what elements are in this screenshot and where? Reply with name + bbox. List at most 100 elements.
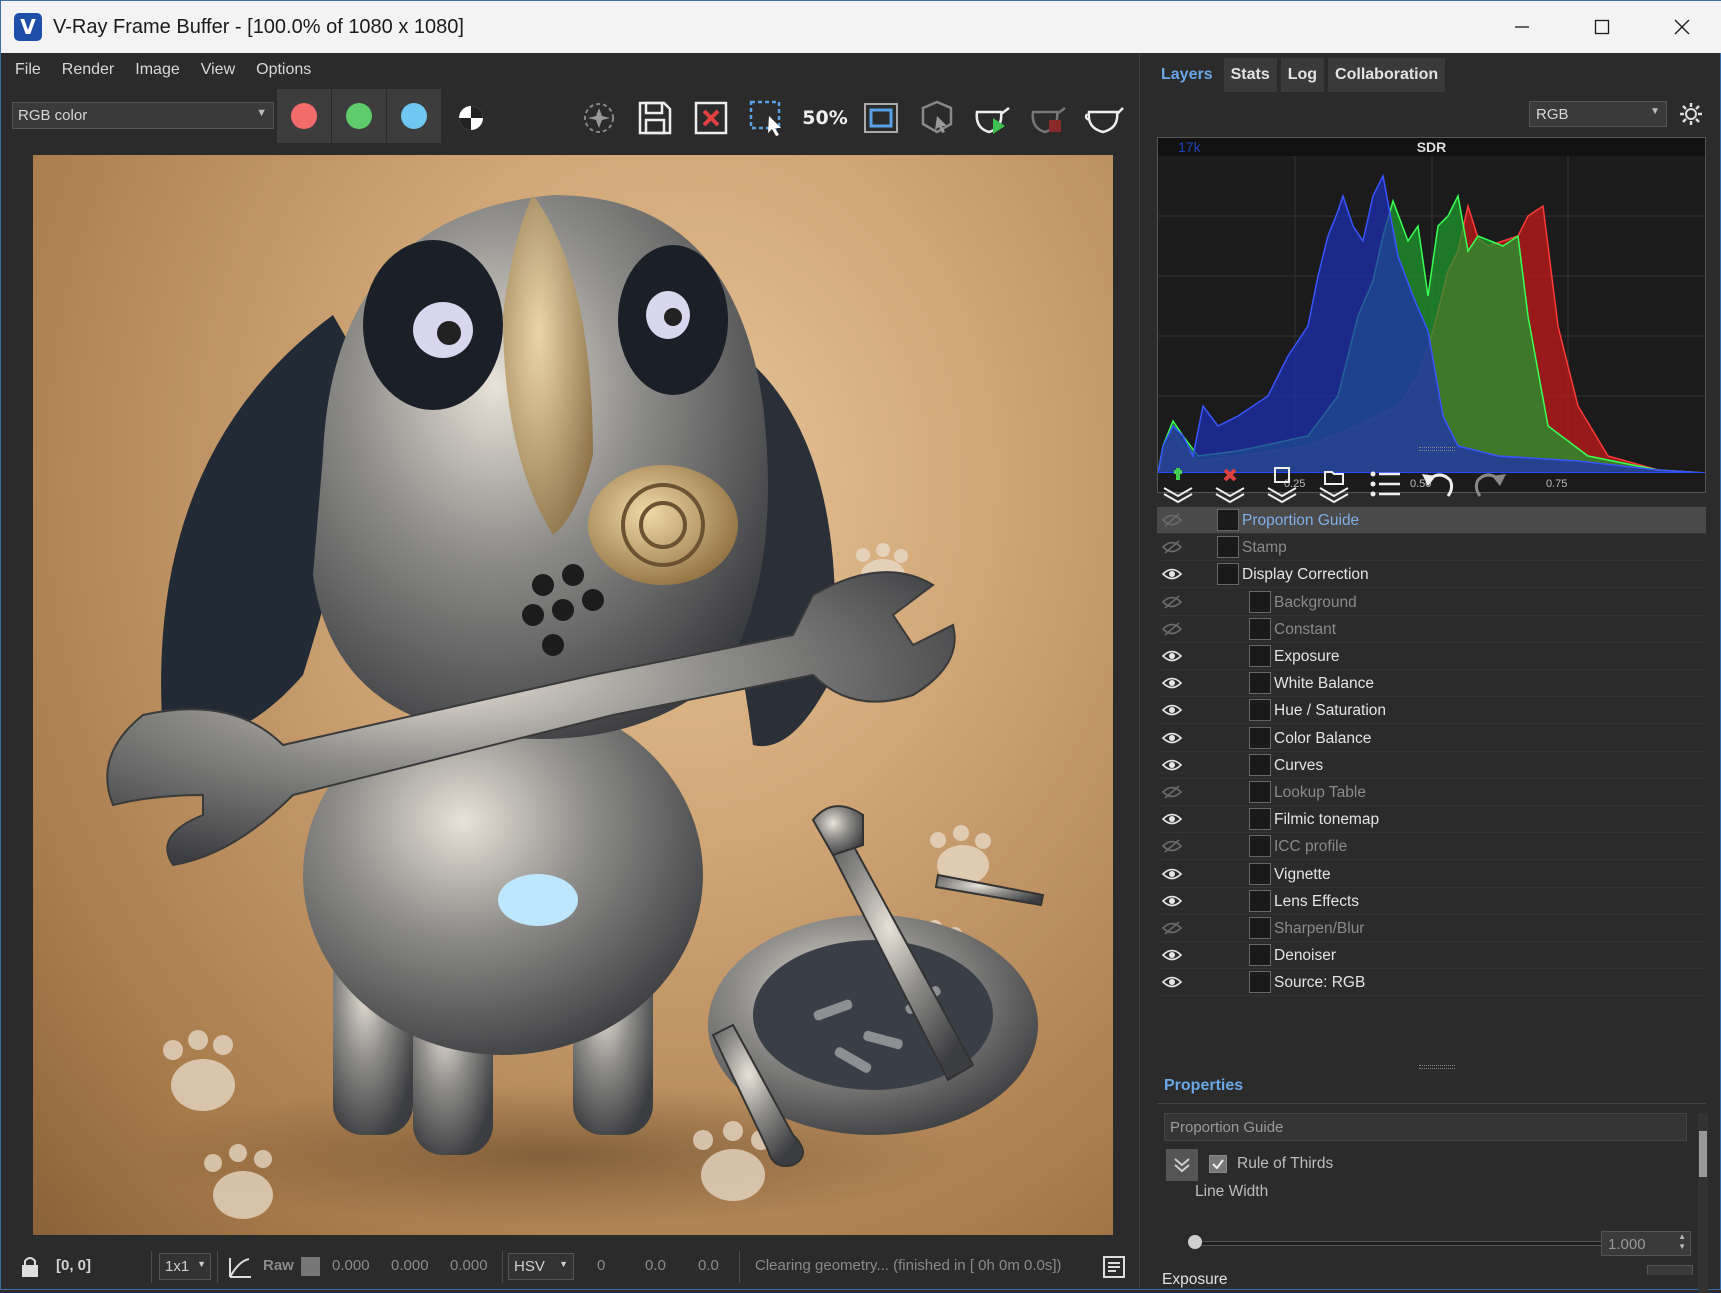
load-layers-button[interactable] (1313, 466, 1355, 504)
menu-render[interactable]: Render (62, 61, 114, 79)
double-chevron-down-icon (1174, 1158, 1190, 1173)
layer-row[interactable]: Lookup Table (1157, 779, 1706, 806)
minimize-button[interactable] (1482, 1, 1562, 53)
eye-icon[interactable] (1161, 675, 1183, 691)
eye-hidden-icon[interactable] (1161, 539, 1183, 555)
menu-options[interactable]: Options (256, 61, 311, 79)
histogram-channel-dropdown[interactable]: RGB ▼ (1529, 101, 1667, 127)
stop-render-button[interactable] (1025, 95, 1073, 141)
layer-row[interactable]: Sharpen/Blur (1157, 915, 1706, 942)
eye-icon[interactable] (1161, 974, 1183, 990)
layer-row[interactable]: Lens Effects (1157, 888, 1706, 915)
frame-view-button[interactable] (857, 95, 905, 141)
close-button[interactable] (1642, 1, 1721, 53)
red-channel-button[interactable] (277, 89, 331, 143)
layer-row[interactable]: ICC profile (1157, 833, 1706, 861)
layer-row[interactable]: Denoiser (1157, 942, 1706, 970)
add-layer-button[interactable] (1157, 466, 1199, 504)
layer-row[interactable]: Vignette (1157, 861, 1706, 888)
eye-hidden-icon[interactable] (1161, 621, 1183, 637)
tab-collaboration[interactable]: Collaboration (1328, 58, 1446, 92)
rule-of-thirds-checkbox[interactable] (1209, 1155, 1227, 1173)
layer-row[interactable]: Hue / Saturation (1157, 697, 1706, 725)
green-channel-button[interactable] (332, 89, 386, 143)
color-mode-dropdown[interactable]: HSV ▼ (508, 1253, 574, 1280)
line-width-slider-knob[interactable] (1188, 1235, 1202, 1249)
menu-image[interactable]: Image (135, 61, 179, 79)
zoom-50-button[interactable]: 50% (801, 95, 849, 141)
eye-icon[interactable] (1161, 648, 1183, 664)
eye-hidden-icon[interactable] (1161, 512, 1183, 528)
save-layers-button[interactable] (1261, 466, 1303, 504)
layer-row[interactable]: Display Correction (1157, 561, 1706, 589)
render-settings-button[interactable] (1081, 95, 1129, 141)
layer-row[interactable]: Constant (1157, 616, 1706, 643)
undo-button[interactable] (1417, 466, 1459, 504)
layer-row[interactable]: Filmic tonemap (1157, 806, 1706, 834)
layer-row[interactable]: Exposure (1157, 643, 1706, 670)
source-rgb-icon (1249, 971, 1271, 994)
panel-splitter[interactable] (1139, 53, 1149, 1289)
layer-row[interactable]: Color Balance (1157, 725, 1706, 752)
redo-button[interactable] (1469, 466, 1511, 504)
eye-hidden-icon[interactable] (1161, 784, 1183, 800)
scrollbar-thumb[interactable] (1699, 1131, 1707, 1177)
next-field[interactable] (1647, 1265, 1693, 1275)
log-panel-icon[interactable] (1102, 1255, 1126, 1279)
eye-icon[interactable] (1161, 566, 1183, 582)
layer-row[interactable]: Proportion Guide (1157, 507, 1706, 534)
main-toolbar: RGB color ▼ 50% (1, 87, 1139, 147)
line-width-slider-track[interactable] (1195, 1241, 1603, 1246)
tab-log[interactable]: Log (1280, 58, 1325, 92)
color-balance-icon (1249, 726, 1271, 749)
eye-icon[interactable] (1161, 893, 1183, 909)
layer-row[interactable]: Stamp (1157, 534, 1706, 562)
layer-row[interactable]: Curves (1157, 752, 1706, 779)
eye-icon[interactable] (1161, 947, 1183, 963)
line-width-input[interactable]: 1.000 ▲ ▼ (1601, 1231, 1691, 1256)
gear-icon[interactable] (1677, 100, 1705, 128)
maximize-button[interactable] (1562, 1, 1642, 53)
eye-icon[interactable] (1161, 811, 1183, 827)
eye-icon[interactable] (1161, 730, 1183, 746)
blue-channel-button[interactable] (387, 89, 441, 143)
eye-icon[interactable] (1161, 866, 1183, 882)
color-clamp-icon[interactable] (227, 1255, 253, 1279)
layer-presets-button[interactable] (1365, 466, 1407, 504)
channel-dropdown[interactable]: RGB color ▼ (12, 102, 274, 129)
hue-saturation-icon (1249, 699, 1271, 722)
eye-hidden-icon[interactable] (1161, 920, 1183, 936)
interactive-render-button[interactable] (913, 95, 961, 141)
eye-hidden-icon[interactable] (1161, 838, 1183, 854)
menu-bar: File Render Image View Options (1, 53, 1139, 87)
start-render-button[interactable] (969, 95, 1017, 141)
region-render-button[interactable] (743, 95, 791, 141)
layer-row[interactable]: Source: RGB (1157, 969, 1706, 997)
minimize-icon (1515, 26, 1529, 28)
menu-file[interactable]: File (15, 61, 41, 79)
rendered-image[interactable] (33, 155, 1113, 1235)
layer-name: Exposure (1274, 648, 1340, 665)
clear-image-button[interactable] (687, 95, 735, 141)
histogram-splitter-handle[interactable] (1419, 447, 1455, 451)
sample-size-dropdown[interactable]: 1x1 ▼ (159, 1253, 211, 1280)
properties-scrollbar[interactable] (1698, 1113, 1708, 1293)
tab-layers[interactable]: Layers (1154, 58, 1220, 92)
eye-icon[interactable] (1161, 702, 1183, 718)
eye-hidden-icon[interactable] (1161, 594, 1183, 610)
tab-properties[interactable]: Properties (1157, 1069, 1251, 1103)
delete-layer-button[interactable] (1209, 466, 1251, 504)
save-image-button[interactable] (631, 95, 679, 141)
layer-row[interactable]: White Balance (1157, 670, 1706, 698)
collapse-button[interactable] (1166, 1149, 1198, 1181)
value-value: 0.0 (698, 1257, 719, 1274)
tab-stats[interactable]: Stats (1223, 58, 1277, 92)
menu-view[interactable]: View (201, 61, 235, 79)
track-mouse-button[interactable] (575, 95, 623, 141)
alpha-channel-button[interactable] (447, 95, 495, 141)
eye-icon[interactable] (1161, 757, 1183, 773)
histogram[interactable]: 17k SDR 0.25 0.50 0.75 (1157, 137, 1706, 493)
layer-row[interactable]: Background (1157, 589, 1706, 616)
render-view[interactable] (1, 147, 1139, 1245)
lock-cursor-icon[interactable] (19, 1255, 41, 1279)
